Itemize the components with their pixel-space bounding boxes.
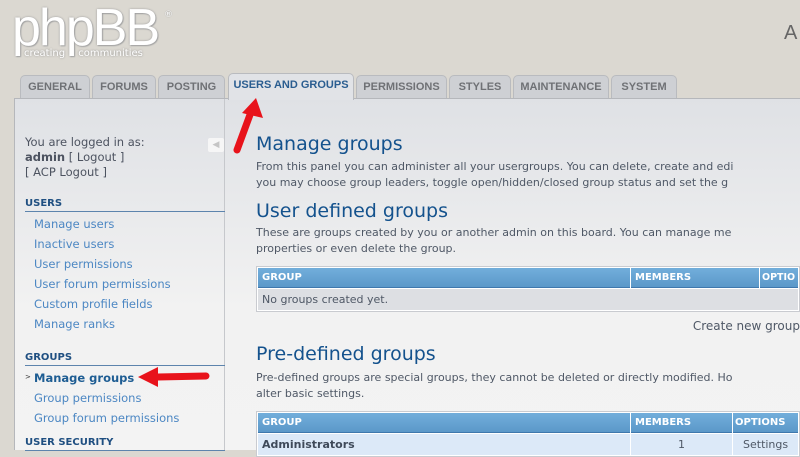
arrow-to-manage-groups-icon xyxy=(138,367,210,387)
arrow-to-tab-icon xyxy=(233,98,263,154)
annotation-arrows xyxy=(138,98,263,387)
